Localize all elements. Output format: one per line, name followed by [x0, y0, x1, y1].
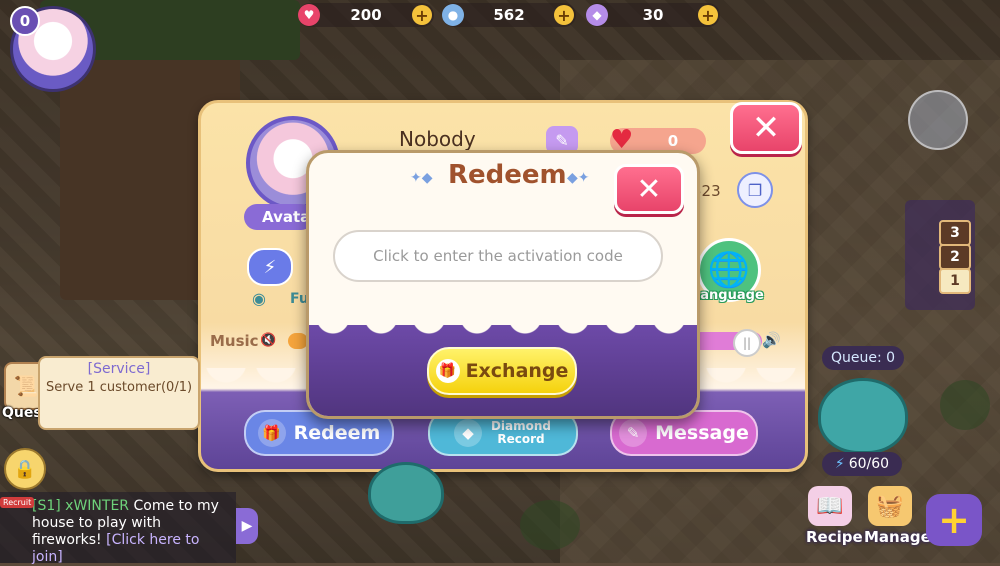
energy-toggle[interactable]: ⚡ — [247, 248, 293, 286]
redeem-button-label: Redeem — [293, 422, 381, 444]
floor-1-button[interactable]: 1 — [939, 268, 971, 294]
gift-icon: 🎁 — [435, 359, 460, 383]
service-description: Serve 1 customer(0/1) — [45, 380, 193, 395]
fish-chef-character[interactable] — [818, 378, 908, 454]
chat-box[interactable]: [S1] xWINTER Come to my house to play wi… — [0, 492, 236, 565]
message-button-label: Message — [655, 422, 749, 444]
eye-icon: ◉ — [252, 289, 266, 308]
plus-icon: + — [938, 498, 970, 542]
bubble-icon[interactable] — [908, 90, 968, 150]
recipe-icon[interactable]: 📖 — [808, 486, 852, 526]
globe-icon: 🌐 — [707, 250, 751, 290]
copy-id-button[interactable]: ❐ — [737, 172, 773, 208]
service-title: [Service] — [87, 361, 151, 377]
recipe-label: Recipe — [806, 528, 863, 546]
dialog-close-button[interactable]: ✕ — [614, 164, 684, 214]
fish-character — [368, 462, 444, 524]
resource-value: 200 — [350, 6, 382, 24]
exchange-button[interactable]: 🎁 Exchange — [427, 347, 577, 395]
lightning-icon: ⚡ — [263, 256, 277, 278]
activation-code-input[interactable] — [333, 230, 663, 282]
add-button[interactable]: + — [926, 494, 982, 546]
add-diamonds-button[interactable]: + — [698, 5, 718, 25]
energy-value: 60/60 — [848, 456, 890, 472]
language-label: Language — [692, 288, 764, 303]
music-slider[interactable] — [288, 333, 308, 349]
pen-icon: ✎ — [619, 419, 648, 447]
likes-value: 0 — [667, 132, 679, 150]
chat-sender: xWINTER — [65, 498, 130, 514]
close-icon: ✕ — [751, 108, 781, 148]
heart-gem-icon: ♥ — [298, 4, 320, 26]
player-level-badge: 0 — [10, 6, 40, 36]
sparkle-icon: ✦◆ — [410, 170, 433, 186]
avatar-button[interactable]: Avata — [244, 204, 314, 230]
manage-label: Manage — [864, 528, 931, 546]
dialog-title: Redeem — [448, 160, 567, 190]
add-hearts-button[interactable]: + — [412, 5, 432, 25]
resource-pearls: ● 562 + — [442, 3, 576, 27]
manage-icon[interactable]: 🧺 — [868, 486, 912, 526]
mute-icon: 🔇 — [260, 333, 277, 348]
floor-2-button[interactable]: 2 — [939, 244, 971, 270]
resource-diamonds: ◆ 30 + — [586, 3, 720, 27]
diamond-record-label: Diamond Record — [490, 419, 552, 446]
chat-expand-button[interactable]: ▶ — [236, 508, 258, 544]
scroll-icon: 📜 — [13, 374, 39, 398]
resource-value: 30 — [642, 6, 664, 24]
badge-icon[interactable]: 🔒 — [4, 448, 46, 490]
sound-slider-handle[interactable]: || — [733, 329, 761, 357]
add-pearls-button[interactable]: + — [554, 5, 574, 25]
queue-counter: Queue: 0 — [822, 346, 904, 370]
resource-value: 562 — [493, 6, 525, 24]
settings-close-button[interactable]: ✕ — [730, 102, 802, 154]
gift-icon: 🎁 — [257, 419, 286, 447]
recruit-tag: Recruit — [0, 497, 35, 508]
pencil-icon: ✎ — [555, 130, 569, 150]
music-label: Music — [210, 332, 259, 350]
floor-3-button[interactable]: 3 — [939, 220, 971, 246]
speaker-icon: 🔊 — [762, 331, 781, 349]
pearl-icon: ● — [442, 4, 464, 26]
lightning-icon: ⚡ — [834, 456, 845, 472]
player-name: Nobody — [399, 127, 476, 151]
chevron-right-icon: ▶ — [241, 518, 253, 534]
energy-counter: ⚡ 60/60 — [822, 452, 902, 476]
chat-channel: [S1] — [32, 498, 61, 514]
close-icon: ✕ — [636, 171, 662, 207]
resource-hearts: ♥ 200 + — [298, 3, 434, 27]
service-task-card[interactable]: [Service] Serve 1 customer(0/1) — [38, 356, 200, 430]
dialog-wave-divider — [309, 317, 697, 335]
sparkle-icon: ◆✦ — [567, 170, 590, 186]
exchange-button-label: Exchange — [465, 360, 569, 382]
diamond-icon: ◆ — [454, 419, 482, 447]
copy-icon: ❐ — [747, 180, 763, 200]
diamond-icon: ◆ — [586, 4, 608, 26]
